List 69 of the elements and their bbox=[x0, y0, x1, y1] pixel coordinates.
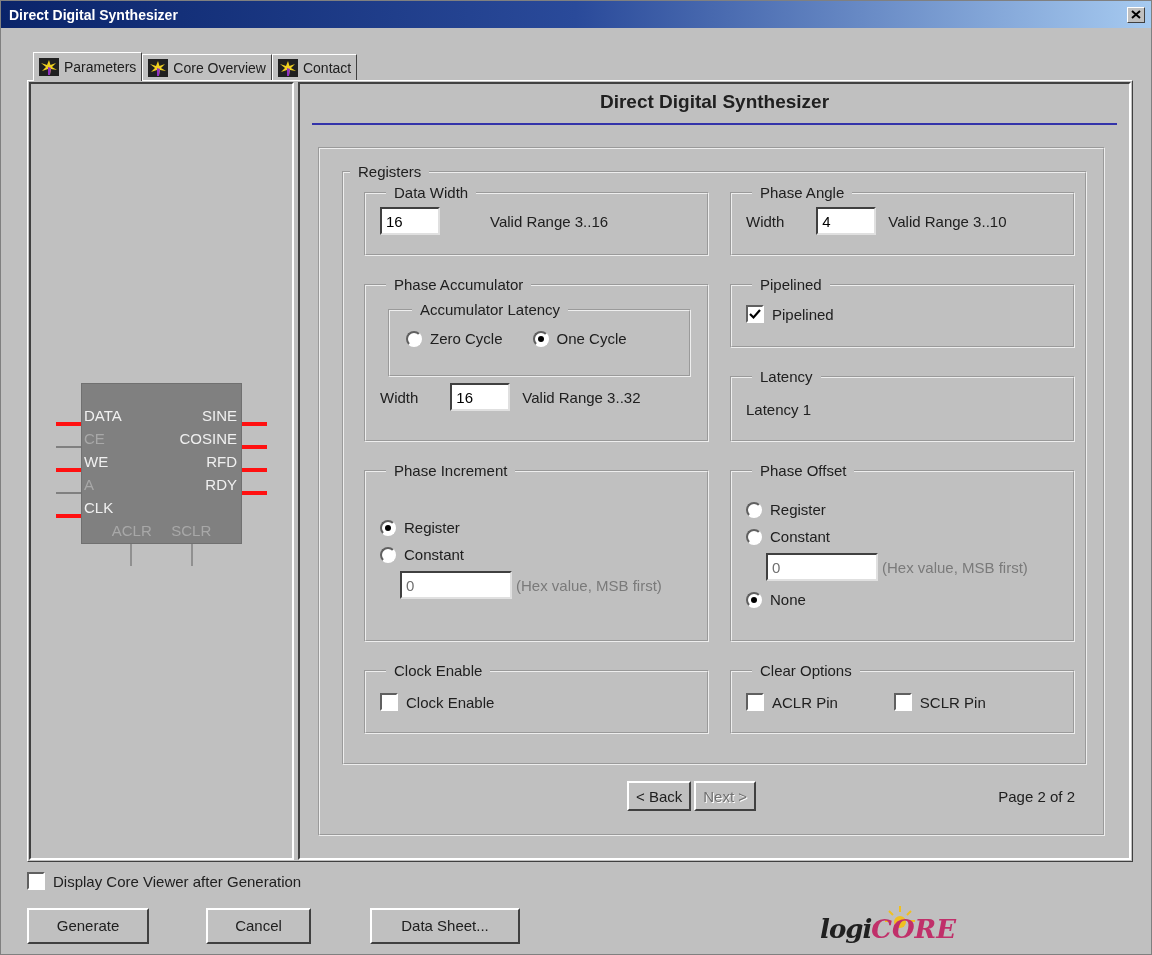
group-title: Phase Angle bbox=[759, 184, 846, 201]
starburst-icon bbox=[39, 58, 59, 76]
radio-circle[interactable] bbox=[746, 501, 762, 518]
group-title: Pipelined bbox=[759, 276, 823, 293]
field-label: Width bbox=[380, 388, 419, 406]
panel-title: Direct Digital Synthesizer bbox=[598, 90, 831, 114]
group-title: Phase Accumulator bbox=[393, 276, 525, 293]
range-text: Valid Range 3..10 bbox=[888, 212, 1007, 230]
data-width-field[interactable]: 16 bbox=[380, 207, 440, 235]
latency-value: Latency 1 bbox=[746, 401, 812, 418]
group-title: Phase Increment bbox=[393, 462, 509, 479]
range-text: Valid Range 3..16 bbox=[490, 212, 609, 230]
checkbox-square[interactable] bbox=[380, 693, 398, 711]
starburst-icon bbox=[277, 58, 298, 77]
tab[interactable]: Parameters bbox=[33, 52, 143, 81]
group-title: Latency bbox=[759, 368, 814, 385]
radio-button[interactable]: None bbox=[746, 591, 806, 608]
pin-label: COSINE bbox=[179, 428, 237, 449]
group-title: Data Width bbox=[393, 184, 470, 201]
checkbox[interactable]: Pipelined bbox=[746, 305, 834, 323]
hint-text: (Hex value, MSB first) bbox=[516, 576, 662, 594]
pin-label: DATA bbox=[84, 405, 122, 426]
window-title: Direct Digital Synthesizer bbox=[9, 6, 178, 23]
radio-circle[interactable] bbox=[380, 546, 396, 563]
range-text: Valid Range 3..32 bbox=[522, 388, 641, 406]
group-title: Clock Enable bbox=[393, 662, 484, 679]
radio-circle[interactable] bbox=[532, 330, 549, 347]
radio-button[interactable]: Register bbox=[746, 501, 826, 518]
tab[interactable]: Core Overview bbox=[142, 54, 272, 80]
checkbox-square[interactable] bbox=[746, 693, 764, 711]
close-button[interactable] bbox=[1127, 6, 1145, 23]
starburst-icon bbox=[148, 58, 169, 77]
group-title: Accumulator Latency bbox=[419, 301, 562, 318]
dialog-button[interactable]: Cancel bbox=[206, 907, 311, 944]
group-title: Clear Options bbox=[759, 662, 853, 679]
pin-label: CLK bbox=[84, 497, 114, 518]
pin-label: RDY bbox=[205, 474, 237, 495]
field-label: Width bbox=[746, 212, 785, 230]
radio-button[interactable]: Zero Cycle bbox=[406, 330, 503, 347]
checkbox[interactable]: Display Core Viewer after Generation bbox=[27, 872, 302, 890]
pin-label: RFD bbox=[206, 451, 237, 472]
logo: logiCORE bbox=[820, 902, 963, 950]
radio-circle[interactable] bbox=[746, 591, 762, 608]
radio-button[interactable]: One Cycle bbox=[532, 330, 627, 347]
checkbox[interactable]: SCLR Pin bbox=[893, 693, 986, 711]
checkbox[interactable]: Clock Enable bbox=[380, 693, 495, 711]
accumulator-width-field[interactable]: 16 bbox=[450, 383, 511, 411]
radio-circle[interactable] bbox=[406, 330, 422, 347]
checkbox[interactable]: ACLR Pin bbox=[746, 693, 838, 711]
group-title: Phase Offset bbox=[759, 462, 848, 479]
dialog-button[interactable]: Data Sheet... bbox=[370, 907, 520, 944]
hint-text: (Hex value, MSB first) bbox=[882, 558, 1028, 576]
nav-button[interactable]: < Back bbox=[627, 781, 692, 811]
tab[interactable]: Contact bbox=[271, 54, 358, 80]
phase-angle-width-field[interactable]: 4 bbox=[816, 207, 877, 235]
pin-label: WE bbox=[84, 451, 109, 472]
checkbox-square[interactable] bbox=[746, 305, 764, 323]
radio-button[interactable]: Constant bbox=[746, 528, 831, 545]
checkbox-square[interactable] bbox=[27, 872, 45, 890]
pin-label: SINE bbox=[202, 405, 237, 426]
radio-circle[interactable] bbox=[380, 519, 396, 536]
close-icon[interactable] bbox=[1131, 10, 1141, 19]
dialog-button[interactable]: Generate bbox=[27, 907, 149, 944]
radio-circle[interactable] bbox=[746, 528, 762, 545]
radio-button[interactable]: Constant bbox=[380, 546, 465, 563]
group-title: Registers bbox=[357, 163, 423, 180]
checkbox-square[interactable] bbox=[893, 693, 912, 711]
page-indicator: Page 2 of 2 bbox=[998, 787, 1075, 805]
radio-button[interactable]: Register bbox=[380, 519, 460, 536]
